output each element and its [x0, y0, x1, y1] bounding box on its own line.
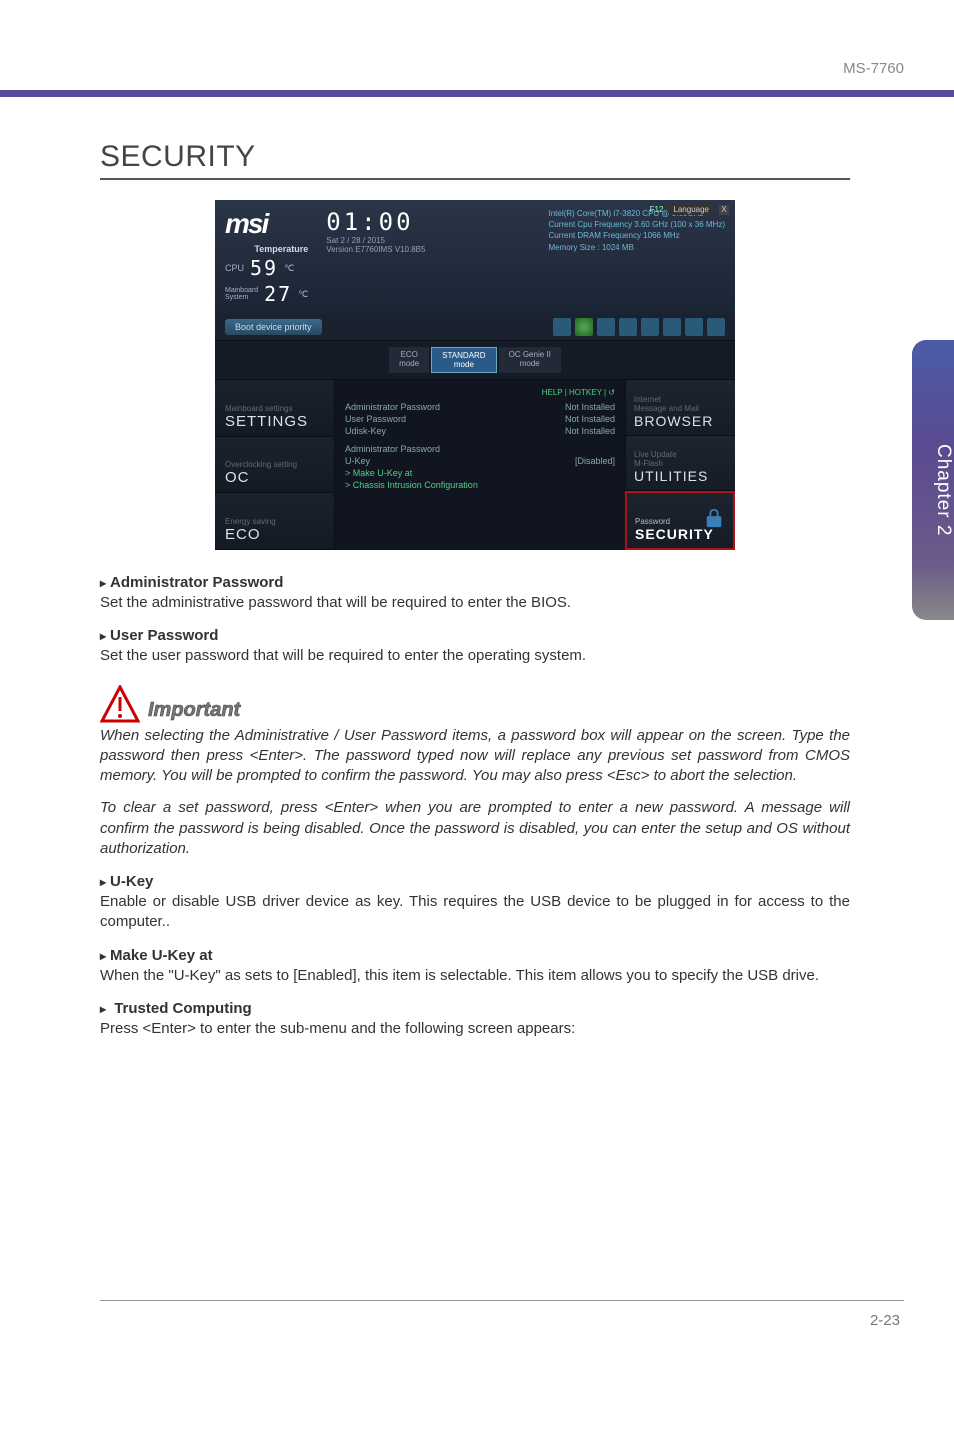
- system-temp: 27: [264, 282, 292, 306]
- system-label: Mainboard System: [225, 287, 258, 301]
- boot-device-icon[interactable]: [685, 318, 703, 336]
- ocgenie-mode-tab[interactable]: OC Genie II mode: [499, 347, 561, 373]
- bios-version: Version E7760IMS V10.8B5: [326, 245, 425, 254]
- cfg-key[interactable]: U-Key: [345, 456, 370, 466]
- item-heading: User Password: [100, 627, 850, 644]
- nav-settings[interactable]: Mainboard settings SETTINGS: [215, 380, 335, 437]
- chapter-tab: Chapter 2: [912, 340, 954, 620]
- item-heading: U-Key: [100, 873, 850, 890]
- item-text: Set the administrative password that wil…: [100, 593, 850, 613]
- header-divider: [0, 90, 954, 97]
- cfg-submenu[interactable]: > Make U-Key at: [345, 468, 412, 478]
- standard-mode-tab[interactable]: STANDARD mode: [431, 347, 496, 373]
- cpu-label: CPU: [225, 263, 244, 273]
- close-icon[interactable]: X: [719, 205, 729, 215]
- boot-device-icon[interactable]: [575, 318, 593, 336]
- doc-model: MS-7760: [843, 60, 904, 77]
- boot-device-icon[interactable]: [641, 318, 659, 336]
- nav-security[interactable]: Password SECURITY: [625, 491, 735, 550]
- footer-divider: [100, 1300, 904, 1301]
- cfg-val: Not Installed: [565, 414, 615, 424]
- item-heading: Administrator Password: [100, 574, 850, 591]
- msi-logo: msi: [225, 208, 308, 240]
- cfg-submenu[interactable]: > Chassis Intrusion Configuration: [345, 480, 478, 490]
- cfg-key[interactable]: Administrator Password: [345, 444, 440, 454]
- warning-icon: [100, 685, 140, 725]
- cfg-key[interactable]: Administrator Password: [345, 402, 440, 412]
- nav-oc[interactable]: Overclocking setting OC: [215, 437, 335, 494]
- important-text: To clear a set password, press <Enter> w…: [100, 798, 850, 859]
- section-title: SECURITY: [100, 140, 850, 180]
- boot-device-icon[interactable]: [619, 318, 637, 336]
- item-text: When the "U-Key" as sets to [Enabled], t…: [100, 966, 850, 986]
- help-hotkey-line: HELP | HOTKEY | ↺: [345, 388, 615, 397]
- important-label: Important: [148, 687, 850, 722]
- memory-size-line: Memory Size : 1024 MB: [548, 242, 725, 253]
- cfg-key[interactable]: Udisk-Key: [345, 426, 386, 436]
- item-text: Set the user password that will be requi…: [100, 646, 850, 666]
- temperature-label: Temperature: [225, 244, 308, 254]
- boot-device-icon[interactable]: [597, 318, 615, 336]
- dram-freq-line: Current DRAM Frequency 1066 MHz: [548, 230, 725, 241]
- eco-mode-tab[interactable]: ECO mode: [389, 347, 429, 373]
- page-number: 2-23: [870, 1312, 900, 1329]
- cpu-freq-line: Current Cpu Frequency 3.60 GHz (100 x 36…: [548, 219, 725, 230]
- nav-utilities[interactable]: Live Update M-Flash UTILITIES: [625, 436, 735, 492]
- nav-eco[interactable]: Energy saving ECO: [215, 493, 335, 550]
- f12-label: F12: [650, 205, 664, 214]
- boot-priority-button[interactable]: Boot device priority: [225, 319, 322, 335]
- nav-browser[interactable]: Internet Message and Mail BROWSER: [625, 380, 735, 436]
- bios-clock: 01:00: [326, 208, 425, 236]
- important-text: When selecting the Administrative / User…: [100, 726, 850, 787]
- cpu-temp: 59: [250, 256, 278, 280]
- item-heading: Trusted Computing: [100, 1000, 850, 1017]
- bios-date: Sat 2 / 28 / 2015: [326, 236, 425, 245]
- cfg-val: Not Installed: [565, 402, 615, 412]
- security-config-panel: HELP | HOTKEY | ↺ Administrator Password…: [335, 380, 625, 550]
- boot-device-icon[interactable]: [553, 318, 571, 336]
- lock-icon: [703, 507, 725, 529]
- cfg-val: [Disabled]: [575, 456, 615, 466]
- item-text: Enable or disable USB driver device as k…: [100, 892, 850, 933]
- cfg-val: Not Installed: [565, 426, 615, 436]
- boot-device-icon[interactable]: [663, 318, 681, 336]
- boot-device-icon[interactable]: [707, 318, 725, 336]
- cfg-key[interactable]: User Password: [345, 414, 406, 424]
- bios-screenshot: F12 Language X msi Temperature CPU59℃ Ma…: [215, 200, 735, 550]
- language-button[interactable]: Language: [667, 204, 715, 215]
- item-text: Press <Enter> to enter the sub-menu and …: [100, 1019, 850, 1039]
- item-heading: Make U-Key at: [100, 947, 850, 964]
